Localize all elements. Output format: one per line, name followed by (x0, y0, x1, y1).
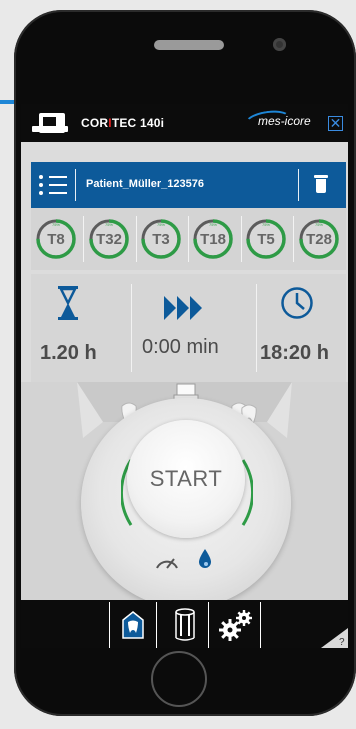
water-drop-icon[interactable] (197, 548, 213, 570)
tool-name: T28 (306, 231, 332, 248)
partner-logo: mes-icore (258, 114, 311, 128)
brand-suffix: TEC 140i (111, 116, 165, 130)
fast-forward-icon (164, 296, 202, 320)
tool-percent: 75% (156, 222, 165, 227)
tool-percent: 75% (314, 222, 323, 227)
app-screen: CORITEC 140i mes-icore ✕ Patient_Müller_… (21, 104, 348, 648)
tool-divider (136, 216, 137, 262)
tool-name: T8 (47, 231, 65, 248)
patient-divider-right (298, 169, 299, 201)
tool-name: T32 (96, 231, 122, 248)
speaker (154, 40, 224, 50)
tool-slot-4[interactable]: 75% T18 (190, 216, 236, 262)
material-block-icon (175, 608, 195, 641)
bottom-nav (21, 600, 348, 648)
duration-value: 1.20 h (40, 342, 97, 364)
list-menu-icon[interactable] (39, 173, 67, 197)
gauge-icon[interactable] (154, 552, 180, 570)
hourglass-icon (58, 286, 78, 320)
close-icon: ✕ (329, 115, 342, 131)
remaining-time-value: 0:00 min (142, 336, 219, 358)
trash-icon[interactable] (314, 175, 328, 194)
tab-workflow[interactable] (109, 602, 157, 648)
tool-percent: 75% (208, 222, 217, 227)
close-button[interactable]: ✕ (328, 116, 343, 131)
tool-name: T3 (152, 231, 170, 248)
tool-divider (241, 216, 242, 262)
tool-slot-6[interactable]: 75% T28 (296, 216, 342, 262)
machine-logo-base (32, 126, 68, 132)
info-divider (256, 284, 257, 372)
job-info-row: 1.20 h 0:00 min 18:20 h (31, 274, 346, 382)
tool-status-row: 75% T8 75% T32 75% T3 75% T18 75% T5 75%… (31, 208, 346, 270)
app-header: CORITEC 140i mes-icore ✕ (21, 104, 348, 142)
brand-prefix: COR (81, 116, 109, 130)
help-button[interactable]: ? (321, 628, 348, 648)
patient-bar: Patient_Müller_123576 (31, 162, 346, 208)
stage: CORITEC 140i mes-icore ✕ Patient_Müller_… (0, 0, 356, 729)
app-title: CORITEC 140i (81, 116, 164, 130)
tool-name: T5 (257, 231, 275, 248)
tool-slot-1[interactable]: 75% T8 (33, 216, 79, 262)
tool-slot-3[interactable]: 75% T3 (138, 216, 184, 262)
patient-name[interactable]: Patient_Müller_123576 (86, 178, 204, 190)
patient-divider-left (75, 169, 76, 201)
tab-material[interactable] (161, 602, 209, 648)
tool-divider (188, 216, 189, 262)
help-icon: ? (339, 637, 345, 648)
tool-slot-2[interactable]: 75% T32 (86, 216, 132, 262)
tool-percent: 75% (104, 222, 113, 227)
tool-divider (293, 216, 294, 262)
camera (273, 38, 286, 51)
clock-icon (281, 287, 313, 319)
home-button[interactable] (151, 651, 207, 707)
start-label: START (149, 466, 223, 491)
tooth-house-icon (122, 611, 144, 639)
tool-divider (83, 216, 84, 262)
start-button[interactable]: START (127, 420, 245, 538)
clock-value: 18:20 h (260, 342, 329, 364)
tool-percent: 75% (51, 222, 60, 227)
settings-gears-icon (219, 610, 252, 641)
tool-slot-5[interactable]: 75% T5 (243, 216, 289, 262)
tab-settings[interactable] (213, 602, 261, 648)
tool-name: T18 (200, 231, 226, 248)
tool-percent: 75% (261, 222, 270, 227)
info-divider (131, 284, 132, 372)
